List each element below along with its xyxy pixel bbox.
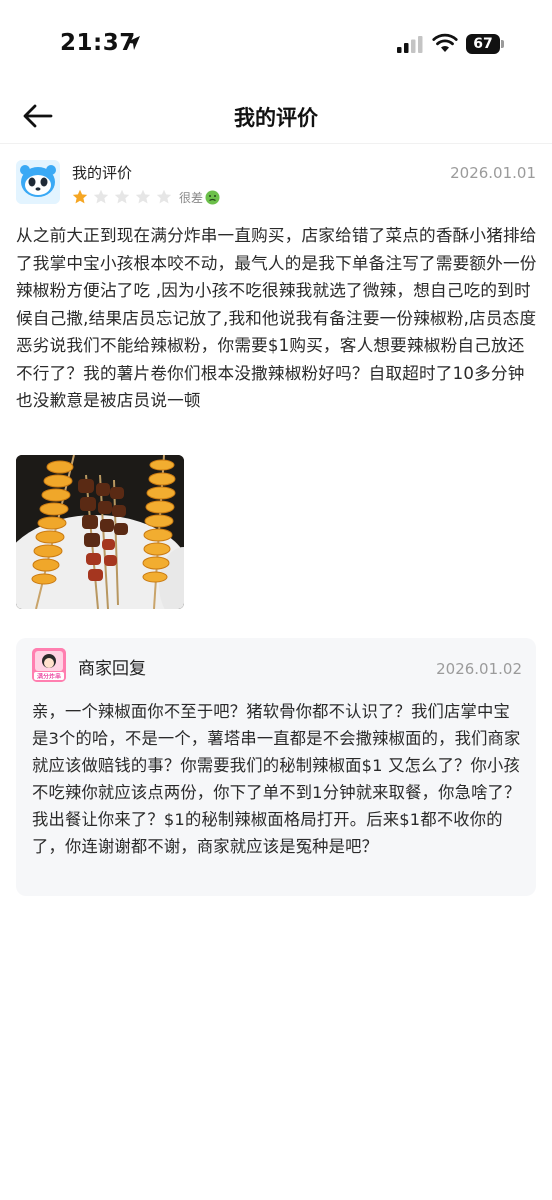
star-icon xyxy=(72,189,88,204)
merchant-logo-text: 满分炸串 xyxy=(37,673,61,681)
star-icon xyxy=(156,189,172,204)
sick-face-icon xyxy=(205,190,220,204)
status-bar: 21:37 67 xyxy=(0,0,552,88)
nav-bar: 我的评价 xyxy=(0,88,552,144)
reply-title: 商家回复 xyxy=(78,659,146,679)
reply-date: 2026.01.02 xyxy=(436,660,522,678)
rating-label: 很差 xyxy=(179,190,204,205)
battery-icon: 67 xyxy=(466,34,504,54)
star-rating: 很差 xyxy=(72,188,220,206)
panda-avatar-icon[interactable] xyxy=(16,160,60,204)
reviewer-name: 我的评价 xyxy=(72,164,133,182)
page-title: 我的评价 xyxy=(234,106,318,130)
battery-cap xyxy=(501,40,504,48)
signal-icon xyxy=(397,36,423,53)
wifi-icon xyxy=(432,33,458,52)
star-icon xyxy=(114,189,130,204)
star-icon xyxy=(93,189,109,204)
review-header: 我的评价 2026.01.01 很差 xyxy=(16,160,536,208)
review-text: 从之前大正到现在满分炸串一直购买，店家给错了菜点的香酥小猪排给了我掌中宝小孩根本… xyxy=(16,226,537,410)
reply-text: 亲，一个辣椒面你不至于吧？猪软骨你都不认识了？我们店掌中宝是3个的哈，不是一个，… xyxy=(32,702,521,856)
battery-level: 67 xyxy=(473,36,493,52)
review-date: 2026.01.01 xyxy=(450,164,536,182)
star-icon xyxy=(135,189,151,204)
review-photo[interactable] xyxy=(16,455,184,609)
location-arrow-icon xyxy=(126,36,140,50)
merchant-reply-card: 满分炸串 商家回复 2026.01.02 亲，一个辣椒面你不至于吧？猪软骨你都不… xyxy=(16,638,536,896)
review-page: 21:37 67 我的评价 我的评价 2026.01.01 很差 从之前大正到现… xyxy=(0,0,552,1200)
merchant-logo[interactable]: 满分炸串 xyxy=(32,648,66,682)
